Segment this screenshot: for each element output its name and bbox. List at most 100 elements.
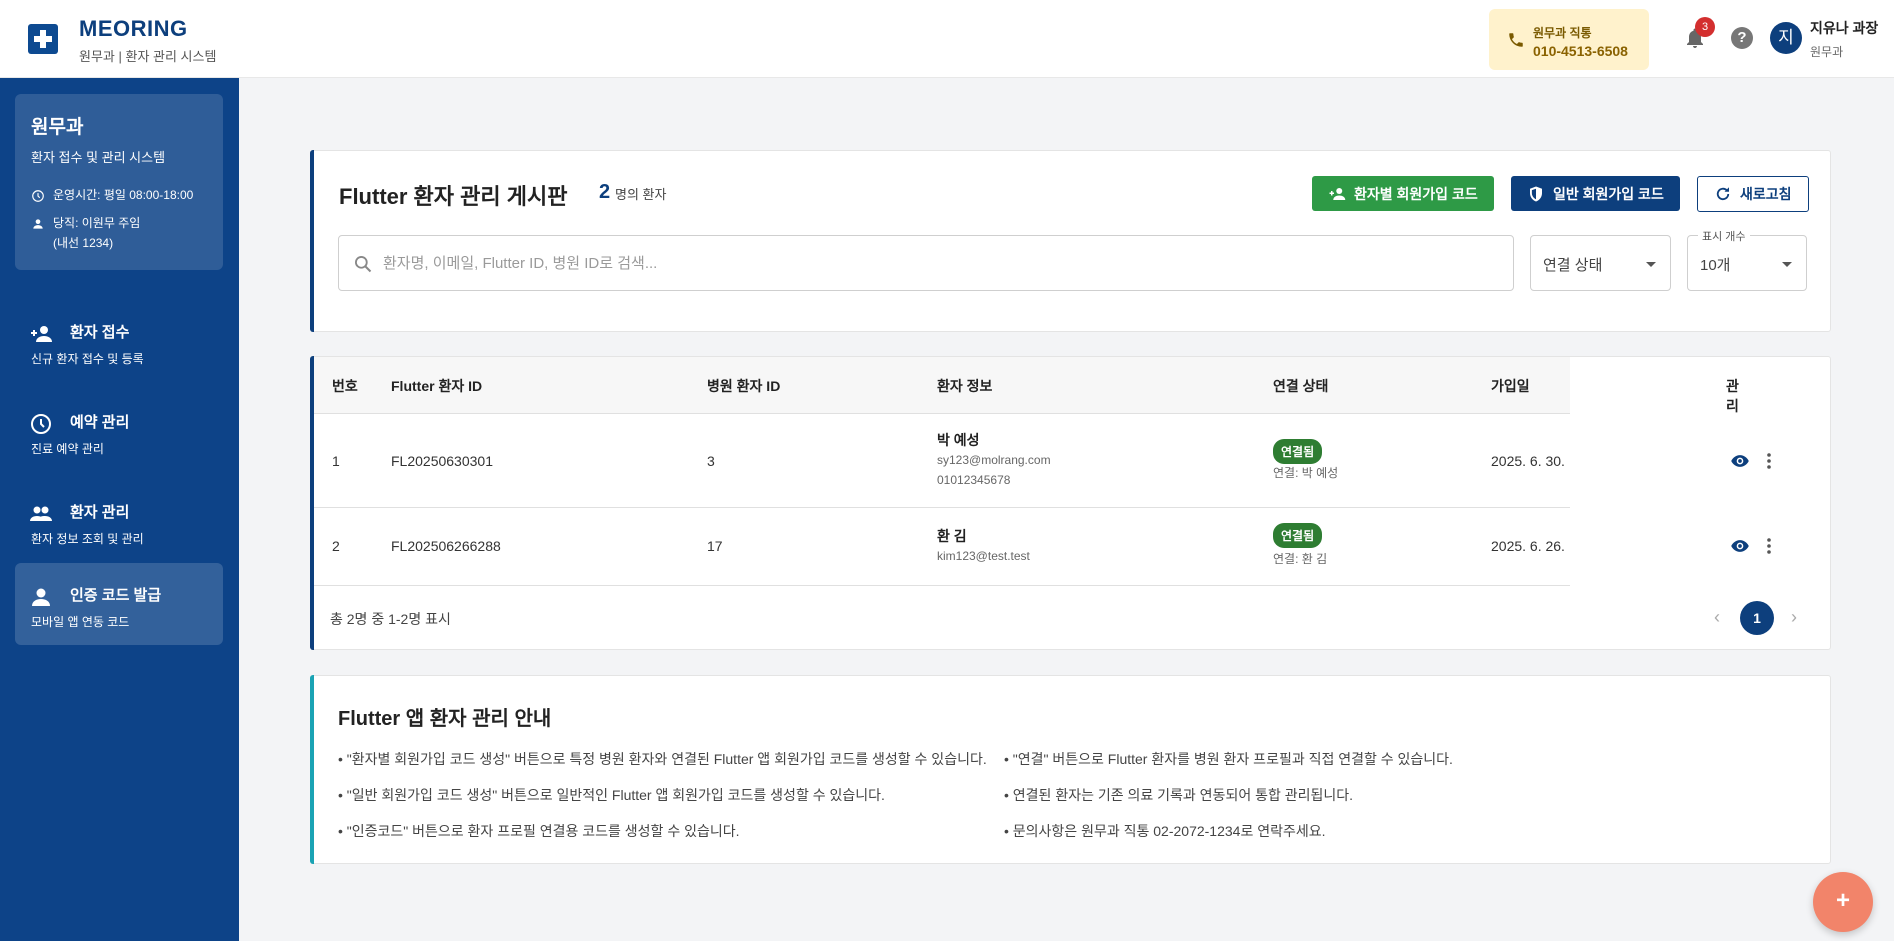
row-hospital-id: 3 xyxy=(707,453,715,469)
col-joined: 가입일 xyxy=(1491,378,1530,394)
search-box[interactable] xyxy=(338,235,1514,291)
person-add-icon xyxy=(1329,187,1346,200)
row-no: 1 xyxy=(332,453,340,469)
status-badge: 연결됨 xyxy=(1273,523,1323,548)
duty-text: 당직: 이원무 주임 (내선 1234) xyxy=(53,213,140,253)
eye-icon[interactable] xyxy=(1730,451,1750,471)
sidebar-item-patients[interactable]: 환자 관리 환자 정보 조회 및 관리 xyxy=(15,480,223,562)
refresh-icon xyxy=(1716,187,1730,201)
sidebar: 원무과 환자 접수 및 관리 시스템 운영시간: 평일 08:00-18:00 … xyxy=(0,78,239,941)
col-status: 연결 상태 xyxy=(1273,378,1329,394)
row-patient-name: 환 김 xyxy=(937,528,967,544)
row-hospital-id: 17 xyxy=(707,538,723,554)
guide-item: • "연결" 버튼으로 Flutter 환자를 병원 환자 프로필과 직접 연결… xyxy=(1004,751,1453,767)
guide-title: Flutter 앱 환자 관리 안내 xyxy=(338,708,552,730)
patient-signup-code-button[interactable]: 환자별 회원가입 코드 xyxy=(1312,176,1494,211)
dept-info-card: 원무과 환자 접수 및 관리 시스템 운영시간: 평일 08:00-18:00 … xyxy=(15,94,223,270)
status-select[interactable]: 연결 상태 xyxy=(1530,235,1671,291)
duty-line1: 당직: 이원무 주임 xyxy=(53,216,141,230)
duty-row: 당직: 이원무 주임 (내선 1234) xyxy=(31,216,140,253)
row-joined: 2025. 6. 30. xyxy=(1491,453,1565,469)
col-patient-info: 환자 정보 xyxy=(937,378,993,394)
sidebar-item-label: 환자 관리 xyxy=(70,504,130,521)
person-icon xyxy=(32,588,50,606)
help-icon[interactable]: ? xyxy=(1731,27,1753,49)
page-1-button[interactable]: 1 xyxy=(1740,601,1774,635)
hotline-number: 010-4513-6508 xyxy=(1533,43,1628,59)
sidebar-item-sub: 환자 정보 조회 및 관리 xyxy=(31,532,144,546)
brand-subtitle: 원무과 | 환자 관리 시스템 xyxy=(79,49,217,64)
sidebar-item-sub: 신규 환자 접수 및 등록 xyxy=(31,352,144,366)
hours-row: 운영시간: 평일 08:00-18:00 xyxy=(31,188,193,205)
col-flutter-id: Flutter 환자 ID xyxy=(391,378,483,394)
table-header: 번호 Flutter 환자 ID 병원 환자 ID 환자 정보 연결 상태 가입… xyxy=(314,357,1739,414)
dept-subtitle: 환자 접수 및 관리 시스템 xyxy=(31,150,166,165)
general-signup-code-label: 일반 회원가입 코드 xyxy=(1553,185,1664,202)
next-page-icon[interactable]: › xyxy=(1791,607,1797,628)
person-icon xyxy=(33,219,43,229)
patient-signup-code-label: 환자별 회원가입 코드 xyxy=(1354,185,1478,202)
logo-icon xyxy=(28,24,58,54)
guide-item: • "환자별 회원가입 코드 생성" 버튼으로 특정 병원 환자와 연결된 Fl… xyxy=(338,751,987,767)
row-linked-to: 연결: 박 예성 xyxy=(1273,466,1339,480)
table-row[interactable]: 1 FL20250630301 3 박 예성 sy123@molrang.com… xyxy=(314,414,1771,508)
page-size-select[interactable]: 표시 개수 10개 xyxy=(1687,228,1807,291)
user-dept: 원무과 xyxy=(1810,45,1844,59)
row-patient-name: 박 예성 xyxy=(937,432,980,448)
guide-item: • 연결된 환자는 기존 의료 기록과 연동되어 통합 관리됩니다. xyxy=(1004,787,1354,803)
status-select-value: 연결 상태 xyxy=(1543,257,1603,274)
refresh-button[interactable]: 새로고침 xyxy=(1697,176,1809,212)
table-row[interactable]: 2 FL202506266288 17 환 김 kim123@test.test… xyxy=(314,508,1771,586)
eye-icon[interactable] xyxy=(1730,536,1750,556)
hours-text: 운영시간: 평일 08:00-18:00 xyxy=(53,188,194,202)
prev-page-icon[interactable]: ‹ xyxy=(1714,607,1720,628)
person-add-icon xyxy=(31,326,52,342)
app-header: MEORING 원무과 | 환자 관리 시스템 원무과 직통 010-4513-… xyxy=(0,0,1894,78)
sidebar-item-label: 환자 접수 xyxy=(70,324,130,341)
board-title: Flutter 환자 관리 게시판 xyxy=(339,184,568,209)
general-signup-code-button[interactable]: 일반 회원가입 코드 xyxy=(1511,176,1680,211)
sidebar-item-sub: 진료 예약 관리 xyxy=(31,442,104,456)
brand-title: MEORING xyxy=(79,16,188,41)
row-joined: 2025. 6. 26. xyxy=(1491,538,1565,554)
sidebar-item-appointments[interactable]: 예약 관리 진료 예약 관리 xyxy=(15,390,223,472)
notification-badge: 3 xyxy=(1695,17,1715,37)
more-icon[interactable] xyxy=(1766,537,1772,555)
user-name: 지유나 과장 xyxy=(1810,20,1879,36)
chevron-down-icon xyxy=(1646,262,1656,267)
refresh-label: 새로고침 xyxy=(1740,186,1792,202)
row-patient-email: kim123@test.test xyxy=(937,549,1030,563)
patient-count: 2 xyxy=(599,181,611,203)
hotline-box[interactable]: 원무과 직통 010-4513-6508 xyxy=(1489,9,1649,70)
duty-line2: (내선 1234) xyxy=(53,236,114,250)
clock-icon xyxy=(32,190,44,202)
add-fab-button[interactable]: + xyxy=(1813,872,1873,932)
sidebar-item-reception[interactable]: 환자 접수 신규 환자 접수 및 등록 xyxy=(15,300,223,382)
board-card: Flutter 환자 관리 게시판 2 명의 환자 환자별 회원가입 코드 일반… xyxy=(310,150,1831,332)
patient-count-label: 명의 환자 xyxy=(615,187,667,202)
people-icon xyxy=(30,506,52,521)
guide-item: • "인증코드" 버튼으로 환자 프로필 연결용 코드를 생성할 수 있습니다. xyxy=(338,823,740,839)
dept-title: 원무과 xyxy=(31,117,84,138)
shield-icon xyxy=(1530,186,1542,201)
more-icon[interactable] xyxy=(1766,452,1772,470)
guide-item: • 문의사항은 원무과 직통 02-2072-1234로 연락주세요. xyxy=(1004,823,1326,839)
guide-item: • "일반 회원가입 코드 생성" 버튼으로 일반적인 Flutter 앱 회원… xyxy=(338,787,885,803)
chevron-down-icon xyxy=(1782,262,1792,267)
avatar[interactable]: 지 xyxy=(1770,22,1802,54)
page-size-value: 10개 xyxy=(1700,257,1731,274)
sidebar-item-auth-code[interactable]: 인증 코드 발급 모바일 앱 연동 코드 xyxy=(15,563,223,645)
sidebar-item-label: 인증 코드 발급 xyxy=(70,587,162,604)
row-patient-phone: 01012345678 xyxy=(937,473,1011,487)
col-hospital-id: 병원 환자 ID xyxy=(707,378,781,394)
page-size-label: 표시 개수 xyxy=(1698,228,1750,244)
row-flutter-id: FL202506266288 xyxy=(391,538,501,554)
row-no: 2 xyxy=(332,538,340,554)
search-icon xyxy=(355,255,372,273)
clock-icon xyxy=(31,414,51,434)
guide-card: Flutter 앱 환자 관리 안내 • "환자별 회원가입 코드 생성" 버튼… xyxy=(310,675,1831,864)
col-no: 번호 xyxy=(332,378,358,394)
search-input[interactable] xyxy=(383,248,1483,278)
table-summary: 총 2명 중 1-2명 표시 xyxy=(330,611,451,627)
sidebar-item-label: 예약 관리 xyxy=(70,414,130,431)
